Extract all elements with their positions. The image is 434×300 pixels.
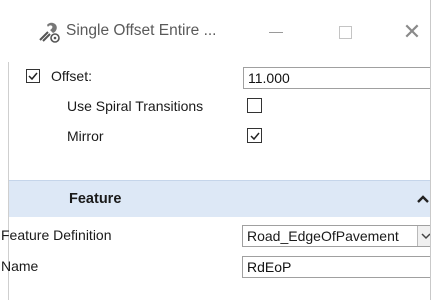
use-spiral-checkbox[interactable] [247,98,262,113]
close-icon: ✕ [402,19,422,44]
feature-definition-select[interactable]: Road_EdgeOfPavement [242,225,430,247]
checkmark-icon [28,72,38,81]
name-row: Name [1,252,430,280]
offset-lock-checkbox[interactable] [26,69,40,83]
dialog-window: Single Offset Entire ... ✕ Offset: Use S… [0,0,431,300]
feature-definition-value: Road_EdgeOfPavement [247,228,399,244]
offset-label: Offset: [51,68,92,84]
window-title: Single Offset Entire ... [66,22,217,39]
maximize-button[interactable] [325,14,365,50]
maximize-icon [338,25,352,39]
minimize-button[interactable] [256,14,296,50]
feature-group-title: Feature [69,191,122,207]
mirror-checkbox[interactable] [247,128,262,143]
title-bar[interactable]: Single Offset Entire ... ✕ [0,0,430,62]
name-input[interactable] [242,256,430,278]
use-spiral-row: Use Spiral Transitions [9,92,430,120]
civil-tool-icon [39,22,60,43]
chevron-down-icon [421,233,430,240]
mirror-label: Mirror [67,128,104,144]
use-spiral-label: Use Spiral Transitions [67,98,204,114]
chevron-up-icon[interactable] [416,193,430,205]
name-label: Name [1,258,39,274]
close-button[interactable]: ✕ [392,14,430,50]
feature-definition-label: Feature Definition [1,227,112,243]
mirror-row: Mirror [9,122,430,150]
checkmark-icon [249,132,260,140]
feature-group-header[interactable]: Feature [9,180,430,217]
offset-input[interactable] [243,67,430,89]
offset-row: Offset: [9,62,430,90]
feature-definition-row: Feature Definition Road_EdgeOfPavement [1,221,430,249]
minimize-icon [269,31,283,33]
properties-panel: Offset: Use Spiral Transitions Mirror Fe… [1,62,430,300]
dropdown-arrow[interactable] [417,226,430,246]
